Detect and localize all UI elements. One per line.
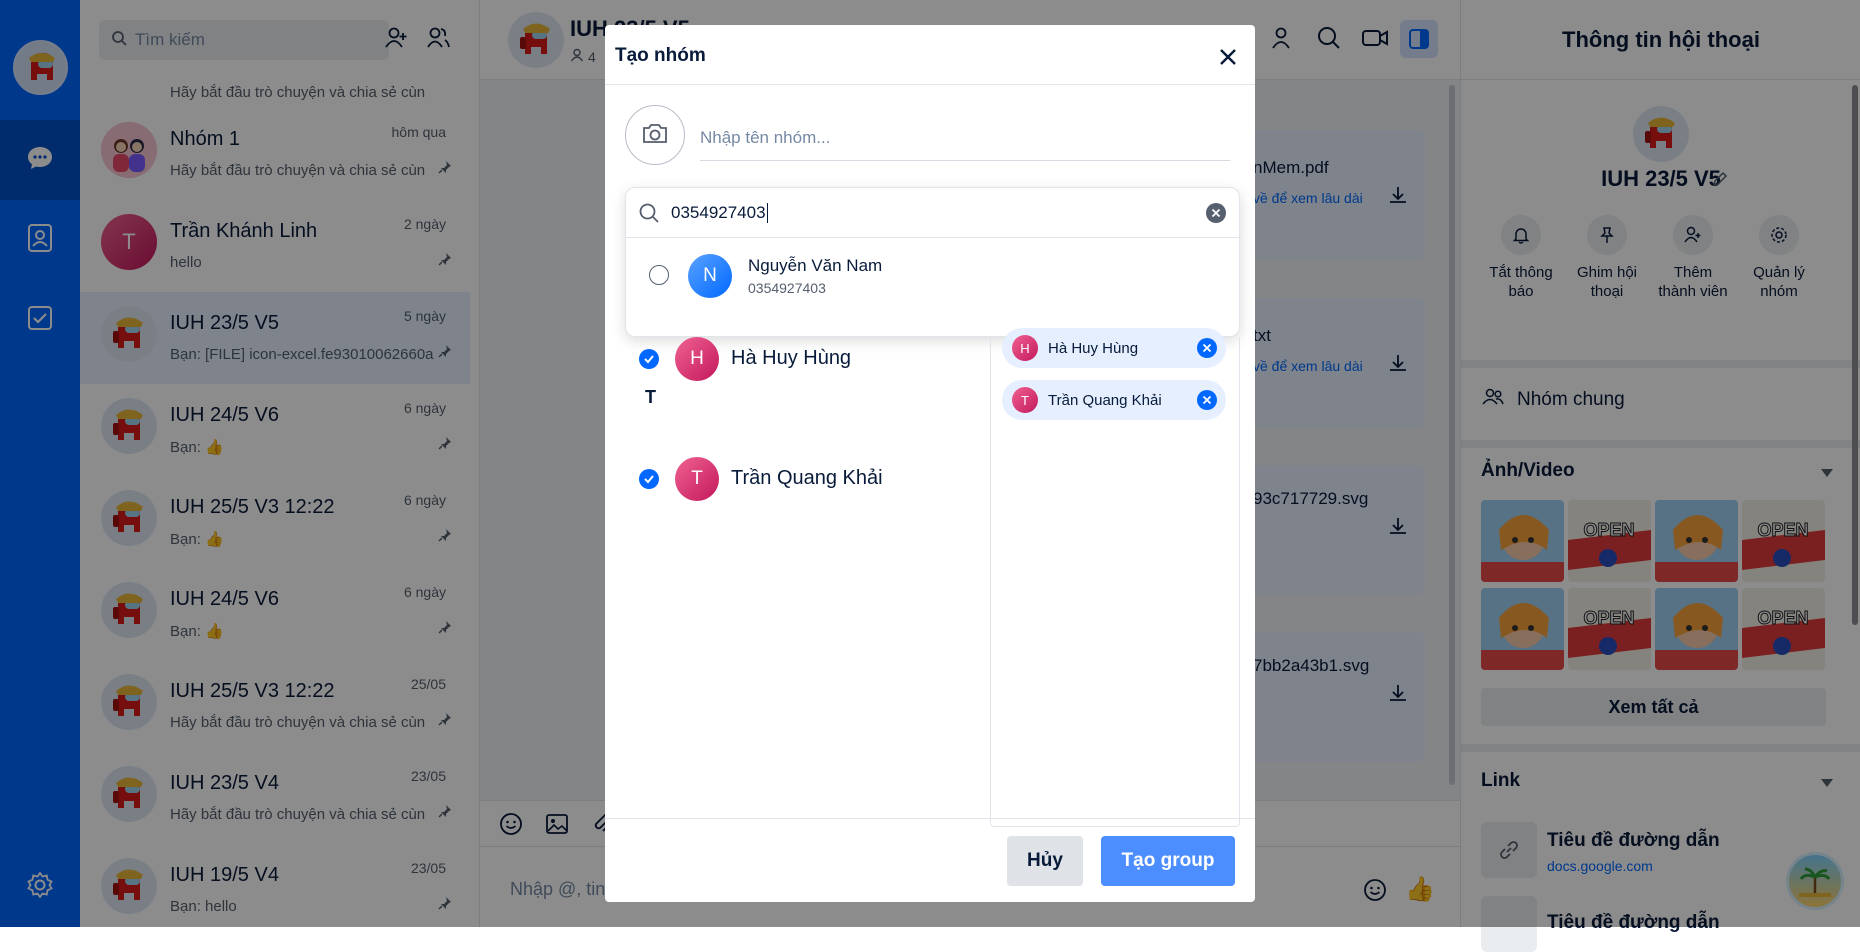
contact-item[interactable]: T Trần Quang Khải	[625, 455, 925, 503]
result-name: Nguyễn Văn Nam	[748, 256, 883, 275]
selected-member-chip: T Trần Quang Khải	[1002, 380, 1226, 420]
contact-name: Trần Quang Khải	[731, 467, 883, 489]
search-icon	[638, 202, 660, 229]
contact-avatar: H	[675, 337, 719, 381]
checked-icon[interactable]	[639, 469, 659, 489]
footer-divider	[605, 818, 1255, 819]
chip-avatar: T	[1012, 387, 1038, 413]
create-group-submit-button[interactable]: Tạo group	[1101, 836, 1235, 886]
member-search-input[interactable]: 0354927403	[626, 188, 1241, 238]
group-name-input[interactable]: Nhập tên nhóm...	[700, 121, 1230, 161]
contact-name: Hà Huy Hùng	[731, 347, 852, 369]
chip-avatar: H	[1012, 335, 1038, 361]
checked-icon[interactable]	[639, 349, 659, 369]
alphabet-section-header: T	[645, 387, 656, 407]
modal-header: Tạo nhóm	[605, 25, 1255, 85]
group-name-placeholder: Nhập tên nhóm...	[700, 128, 831, 147]
search-result-item[interactable]: N Nguyễn Văn Nam 0354927403	[626, 238, 1241, 312]
chip-name: Hà Huy Hùng	[1048, 339, 1139, 357]
close-icon[interactable]	[1218, 47, 1238, 72]
chip-name: Trần Quang Khải	[1048, 391, 1162, 409]
result-avatar: N	[688, 254, 732, 298]
remove-member-icon[interactable]	[1197, 390, 1217, 410]
contact-avatar: T	[675, 457, 719, 501]
contact-item[interactable]: H Hà Huy Hùng	[625, 335, 925, 383]
select-radio[interactable]	[649, 265, 669, 285]
modal-title: Tạo nhóm	[615, 45, 706, 66]
remove-member-icon[interactable]	[1197, 338, 1217, 358]
clear-search-icon[interactable]	[1206, 203, 1226, 223]
create-group-modal: Tạo nhóm Nhập tên nhóm... 0354927403 N N…	[605, 25, 1255, 902]
selected-member-chip: H Hà Huy Hùng	[1002, 328, 1226, 368]
group-photo-button[interactable]	[625, 105, 685, 165]
cancel-button[interactable]: Hủy	[1007, 836, 1083, 886]
camera-icon	[641, 121, 669, 150]
result-phone: 0354927403	[748, 280, 826, 296]
search-value: 0354927403	[671, 203, 768, 223]
member-search-box: 0354927403 N Nguyễn Văn Nam 0354927403	[625, 187, 1241, 337]
